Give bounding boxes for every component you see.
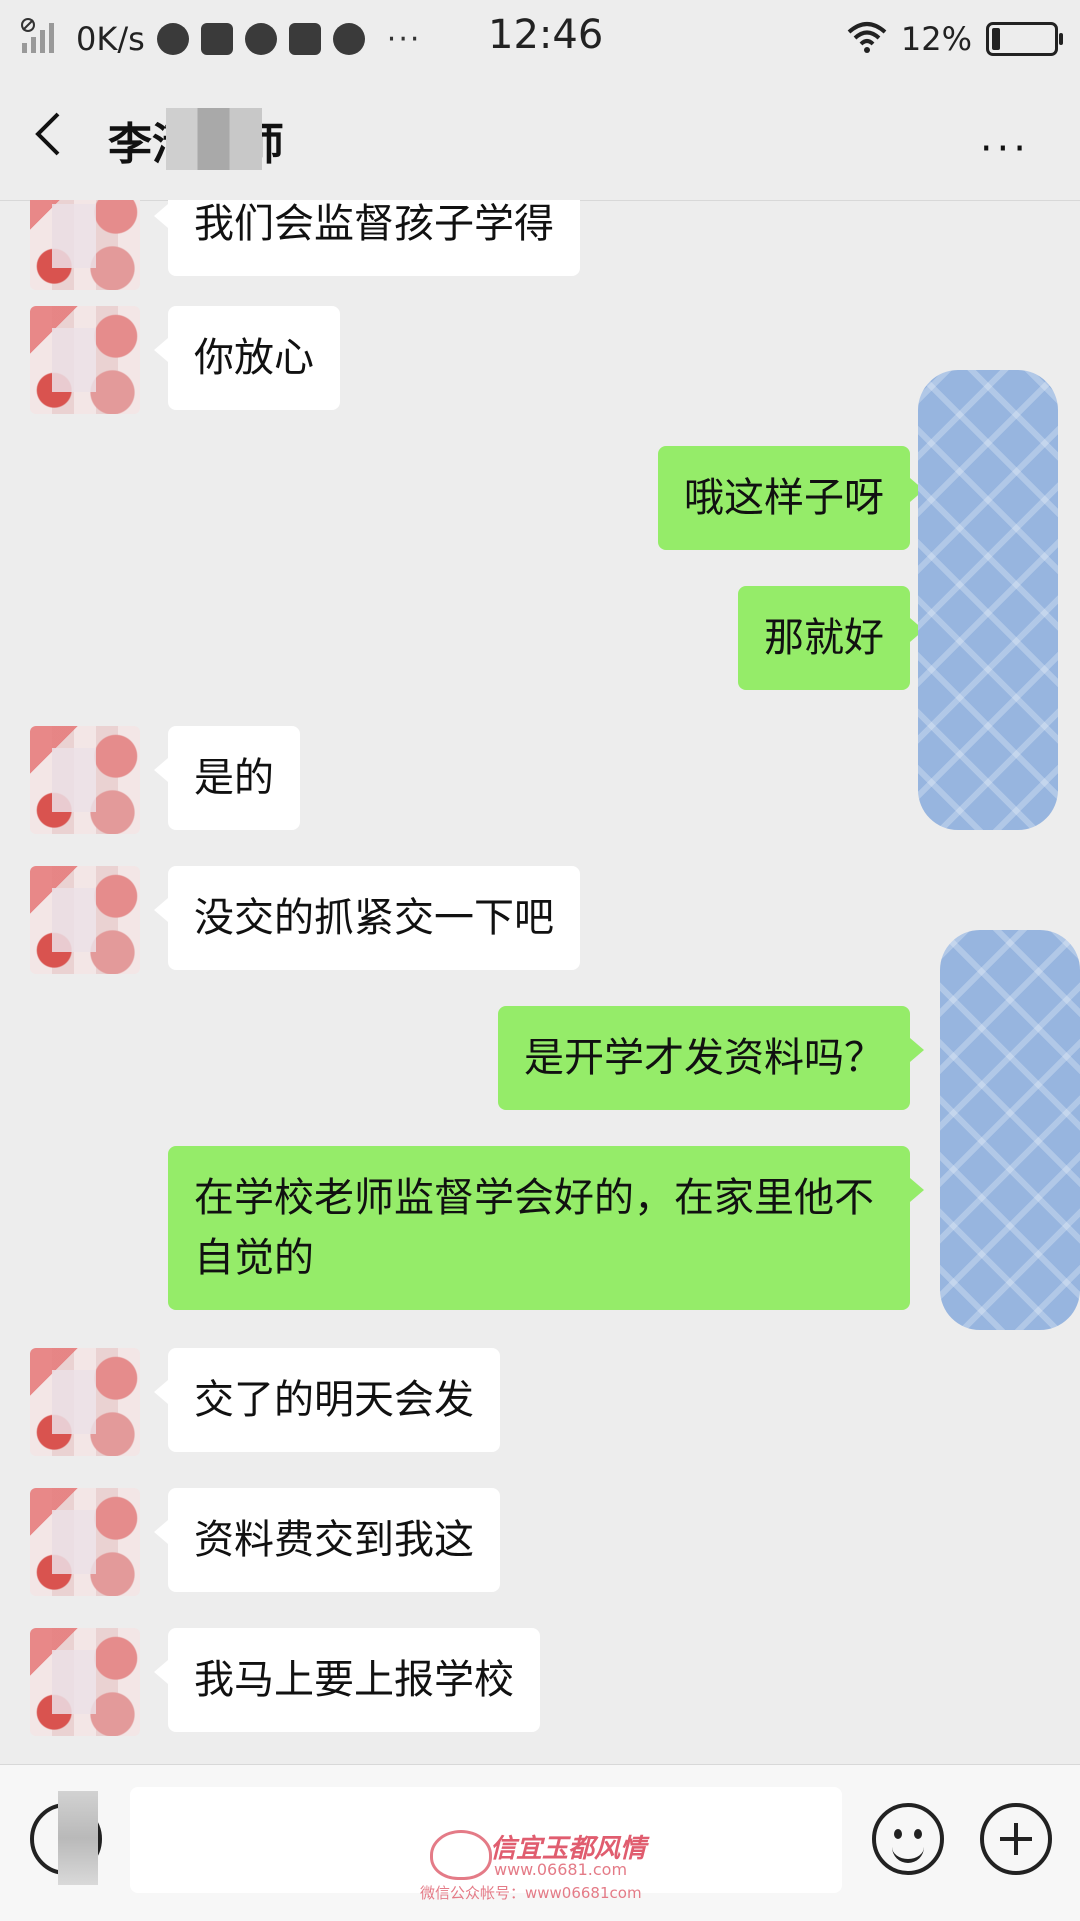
emoji-icon[interactable] bbox=[872, 1803, 944, 1875]
chevron-left-icon bbox=[35, 112, 60, 156]
battery-percent: 12% bbox=[900, 20, 972, 58]
watermark-url: www.06681.com bbox=[494, 1860, 628, 1879]
emoji-mouth bbox=[892, 1841, 924, 1863]
chat-more-button[interactable]: ··· bbox=[980, 126, 1030, 172]
message-bubble-incoming[interactable]: 是的 bbox=[154, 726, 300, 830]
avatar[interactable] bbox=[30, 1628, 140, 1736]
cloud-icon bbox=[156, 23, 189, 55]
battery-icon bbox=[986, 22, 1063, 56]
avatar[interactable] bbox=[30, 866, 140, 974]
plus-icon[interactable] bbox=[980, 1803, 1052, 1875]
avatar-redaction-scribble bbox=[918, 370, 1058, 830]
message-bubble-incoming[interactable]: 交了的明天会发 bbox=[154, 1348, 500, 1452]
message-list[interactable]: 我们会监督孩子学得 你放心 哦这样子呀 那就好 是的 没交的抓紧交一下吧 是开学… bbox=[0, 200, 1080, 1764]
battery-level bbox=[992, 28, 1000, 50]
message-bubble-outgoing[interactable]: 是开学才发资料吗？ bbox=[498, 1006, 924, 1110]
watermark-logo-icon bbox=[430, 1830, 492, 1880]
message-bubble-incoming[interactable]: 你放心 bbox=[154, 306, 340, 410]
status-right: 12% bbox=[847, 14, 1063, 64]
wifi-icon bbox=[847, 20, 887, 58]
emoji-eye bbox=[914, 1829, 922, 1839]
clock: 12:46 bbox=[488, 12, 604, 58]
avatar[interactable] bbox=[30, 200, 140, 290]
avatar[interactable] bbox=[30, 1348, 140, 1456]
message-bubble-outgoing[interactable]: 哦这样子呀 bbox=[658, 446, 924, 550]
more-notifications-icon: ··· bbox=[386, 21, 422, 57]
square-notification-icon bbox=[288, 23, 321, 55]
avatar[interactable] bbox=[30, 306, 140, 414]
status-left: 0K/s ··· bbox=[20, 14, 421, 64]
avatar[interactable] bbox=[30, 1488, 140, 1596]
message-bubble-outgoing[interactable]: 那就好 bbox=[738, 586, 924, 690]
emoji-eye bbox=[894, 1829, 902, 1839]
net-speed: 0K/s bbox=[76, 20, 145, 58]
message-bubble-incoming[interactable]: 我马上要上报学校 bbox=[154, 1628, 540, 1732]
watermark-account: 微信公众帐号：www06681com bbox=[420, 1884, 642, 1902]
avatar-redaction-scribble bbox=[940, 930, 1080, 1330]
avatar[interactable] bbox=[30, 726, 140, 834]
pinwheel-icon bbox=[244, 23, 277, 55]
status-bar: 0K/s ··· 12:46 12% bbox=[0, 0, 1080, 78]
title-redaction bbox=[166, 108, 262, 170]
back-button[interactable] bbox=[28, 104, 88, 174]
chat-header: 李清老师 ··· bbox=[0, 78, 1080, 201]
app-notification-icon bbox=[200, 23, 233, 55]
watermark: 信宜玉都风情 www.06681.com 微信公众帐号：www06681com bbox=[420, 1828, 680, 1902]
signal-icon bbox=[20, 17, 64, 61]
message-bubble-incoming[interactable]: 没交的抓紧交一下吧 bbox=[154, 866, 580, 970]
jovi-icon bbox=[332, 23, 365, 55]
message-bubble-incoming[interactable]: 资料费交到我这 bbox=[154, 1488, 500, 1592]
voice-redaction bbox=[58, 1791, 98, 1885]
message-bubble-outgoing[interactable]: 在学校老师监督学会好的，在家里他不自觉的 bbox=[168, 1146, 924, 1310]
message-bubble-incoming[interactable]: 我们会监督孩子学得 bbox=[154, 200, 580, 276]
